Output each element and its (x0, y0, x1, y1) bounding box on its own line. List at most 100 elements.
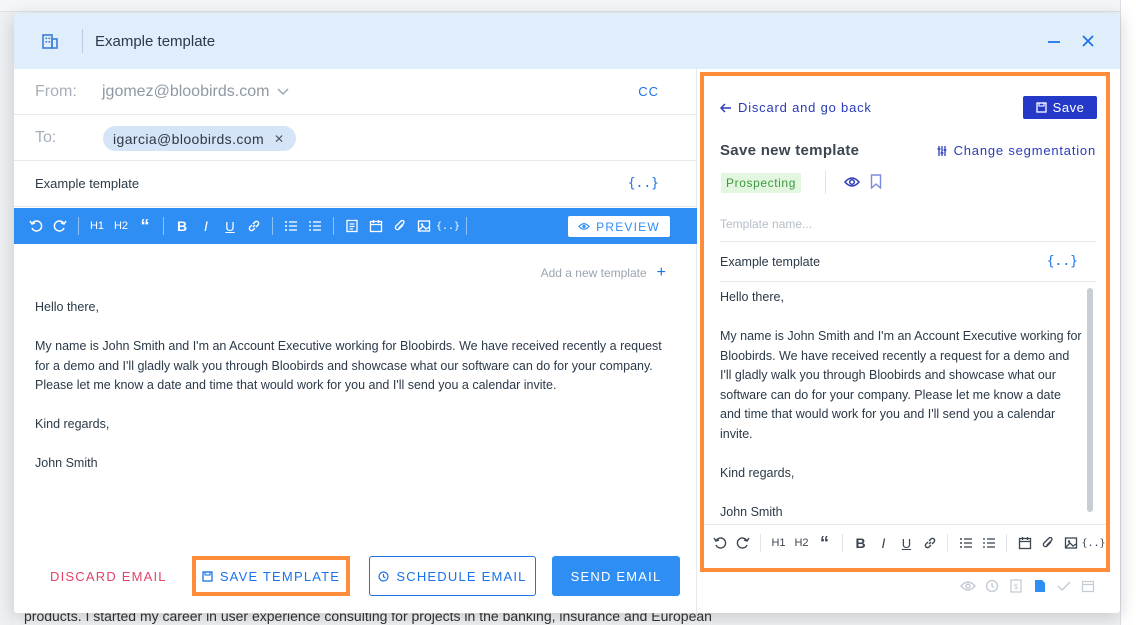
template-subject[interactable]: Example template {..} (720, 242, 1096, 282)
schedule-email-label: SCHEDULE EMAIL (396, 568, 527, 584)
calendar-icon[interactable] (364, 214, 388, 238)
variable-icon[interactable]: {..} (628, 176, 659, 191)
header-actions (1044, 31, 1098, 51)
italic-button[interactable]: I (194, 214, 218, 238)
bold-button[interactable]: B (170, 214, 194, 238)
back-label: Discard and go back (738, 100, 872, 115)
modal-title: Example template (95, 32, 216, 50)
body-paragraph: Hello there, (35, 300, 99, 314)
save-label: Save (1052, 100, 1085, 115)
recipient-email: igarcia@bloobirds.com (113, 130, 265, 147)
underline-button[interactable]: U (218, 214, 242, 238)
template-editor-toolbar: H1 H2 “ B I U {..} (704, 524, 1106, 561)
heading-2-button[interactable]: H2 (109, 214, 133, 238)
eye-icon (960, 578, 976, 594)
check-icon (1056, 578, 1072, 594)
preview-button[interactable]: PREVIEW (568, 216, 670, 237)
link-icon[interactable] (918, 531, 941, 555)
document-icon (1032, 578, 1048, 594)
body-paragraph: My name is John Smith and I'm an Account… (35, 339, 662, 392)
background-topbar (0, 0, 1136, 12)
body-paragraph: John Smith (720, 504, 783, 517)
template-name-input[interactable] (720, 206, 1096, 242)
variable-button[interactable]: {..} (1081, 531, 1105, 555)
cc-button[interactable]: CC (638, 84, 659, 99)
variable-icon[interactable]: {..} (1047, 254, 1078, 269)
template-icon[interactable] (340, 214, 364, 238)
discard-and-go-back-link[interactable]: Discard and go back (720, 100, 872, 115)
bullet-list-icon[interactable] (279, 214, 303, 238)
body-paragraph: Kind regards, (720, 465, 795, 480)
template-body[interactable]: Hello there, My name is John Smith and I… (720, 288, 1082, 516)
plus-icon: + (656, 264, 666, 281)
add-template-link[interactable]: Add a new template + (541, 264, 666, 282)
minimize-icon[interactable] (1044, 31, 1064, 51)
discard-email-button[interactable]: DISCARD EMAIL (50, 569, 167, 584)
bold-button[interactable]: B (849, 531, 872, 555)
bookmark-icon[interactable] (870, 174, 882, 194)
body-paragraph: My name is John Smith and I'm an Account… (720, 329, 1082, 441)
bullet-list-icon[interactable] (954, 531, 977, 555)
calendar-icon[interactable] (1013, 531, 1036, 555)
heading-2-button[interactable]: H2 (790, 531, 813, 555)
save-template-button[interactable]: SAVE TEMPLATE (192, 556, 350, 596)
preview-label: PREVIEW (596, 219, 660, 234)
background-left-panel (0, 12, 14, 625)
toolbar-divider (947, 534, 948, 552)
numbered-list-icon[interactable] (303, 214, 327, 238)
schedule-email-button[interactable]: SCHEDULE EMAIL (369, 556, 536, 596)
italic-button[interactable]: I (872, 531, 895, 555)
calendar-icon (1080, 578, 1096, 594)
heading-1-button[interactable]: H1 (767, 531, 790, 555)
remove-recipient-icon[interactable]: ✕ (274, 132, 284, 146)
link-icon[interactable] (242, 214, 266, 238)
dollar-icon: $ (1008, 578, 1024, 594)
editor-toolbar: H1 H2 “ B I U {..} PREVIEW (14, 208, 697, 244)
toolbar-divider (1006, 534, 1007, 552)
from-label: From: (35, 82, 77, 100)
image-icon[interactable] (412, 214, 436, 238)
clock-icon (378, 570, 389, 582)
undo-icon[interactable] (24, 214, 48, 238)
image-icon[interactable] (1059, 531, 1082, 555)
chevron-down-icon (277, 87, 289, 95)
email-composer: From: jgomez@bloobirds.com CC To: igarci… (14, 69, 697, 613)
recipient-chip[interactable]: igarcia@bloobirds.com ✕ (103, 126, 297, 151)
change-segmentation-link[interactable]: Change segmentation (936, 143, 1096, 158)
toolbar-divider (163, 217, 164, 235)
modal-header: Example template (14, 13, 1120, 69)
heading-1-button[interactable]: H1 (85, 214, 109, 238)
undo-icon[interactable] (708, 531, 731, 555)
subject-field[interactable]: Example template (35, 176, 139, 191)
arrow-left-icon (720, 103, 731, 112)
close-icon[interactable] (1078, 31, 1098, 51)
email-modal: Example template From: jgomez@bloobirds.… (14, 13, 1120, 613)
from-row: From: jgomez@bloobirds.com CC (14, 69, 697, 115)
subject-row[interactable]: Example template {..} (14, 161, 697, 207)
eye-icon[interactable] (844, 175, 860, 193)
quote-button[interactable]: “ (133, 214, 157, 238)
from-select[interactable]: jgomez@bloobirds.com (102, 83, 289, 101)
attachment-icon[interactable] (1036, 531, 1059, 555)
quote-button[interactable]: “ (813, 531, 836, 555)
attachment-icon[interactable] (388, 214, 412, 238)
email-body[interactable]: Hello there, My name is John Smith and I… (35, 298, 675, 493)
body-paragraph: John Smith (35, 456, 98, 470)
history-icon (984, 578, 1000, 594)
underline-button[interactable]: U (895, 531, 918, 555)
variable-button[interactable]: {..} (436, 214, 460, 238)
numbered-list-icon[interactable] (977, 531, 1000, 555)
save-template-label: SAVE TEMPLATE (219, 568, 341, 584)
save-icon (202, 570, 213, 582)
toolbar-divider (466, 217, 467, 235)
change-segmentation-label: Change segmentation (953, 143, 1096, 158)
save-button[interactable]: Save (1023, 96, 1097, 119)
sliders-icon (937, 145, 947, 156)
redo-icon[interactable] (731, 531, 754, 555)
building-icon (40, 31, 60, 51)
scrollbar[interactable] (1087, 288, 1093, 512)
redo-icon[interactable] (48, 214, 72, 238)
to-label: To: (35, 128, 57, 146)
body-paragraph: Kind regards, (35, 417, 110, 431)
send-email-button[interactable]: SEND EMAIL (552, 556, 680, 596)
